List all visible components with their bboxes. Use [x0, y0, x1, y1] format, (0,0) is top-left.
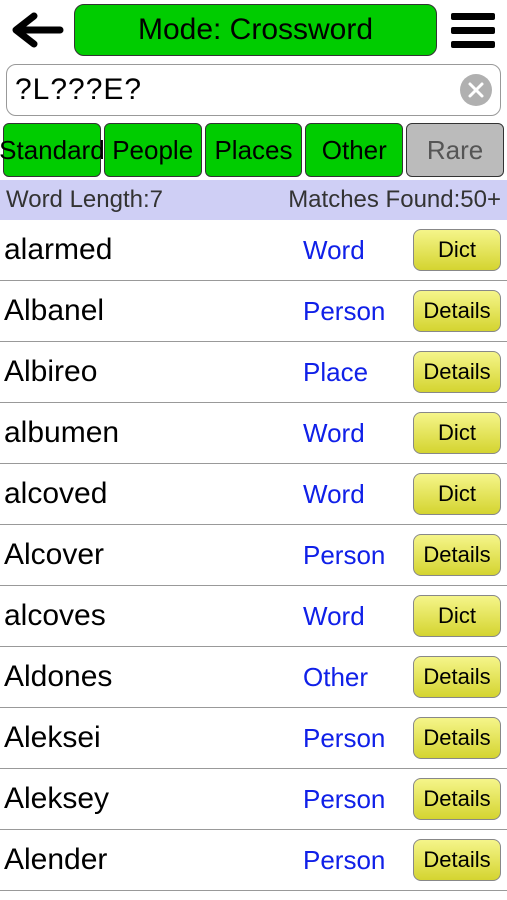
- result-row: AlekseyPersonDetails: [0, 769, 507, 830]
- dict-button[interactable]: Dict: [413, 229, 501, 271]
- result-word: alcoved: [4, 477, 303, 511]
- result-row: AldonesOtherDetails: [0, 647, 507, 708]
- result-type: Word: [303, 418, 413, 449]
- result-row: AlekseiPersonDetails: [0, 708, 507, 769]
- details-button[interactable]: Details: [413, 290, 501, 332]
- result-row: AlenderPersonDetails: [0, 830, 507, 891]
- clear-search-button[interactable]: [460, 74, 492, 106]
- search-container: [6, 64, 501, 116]
- result-word: Albanel: [4, 294, 303, 328]
- results-list: alarmedWordDictAlbanelPersonDetailsAlbir…: [0, 220, 507, 891]
- details-button[interactable]: Details: [413, 778, 501, 820]
- dict-button[interactable]: Dict: [413, 412, 501, 454]
- hamburger-icon: [451, 13, 495, 20]
- filter-bar: StandardPeoplePlacesOtherRare: [0, 120, 507, 180]
- result-row: AlbireoPlaceDetails: [0, 342, 507, 403]
- result-word: Alcover: [4, 538, 303, 572]
- details-button[interactable]: Details: [413, 534, 501, 576]
- result-type: Person: [303, 784, 413, 815]
- dict-button[interactable]: Dict: [413, 595, 501, 637]
- result-row: albumenWordDict: [0, 403, 507, 464]
- filter-places[interactable]: Places: [205, 123, 303, 177]
- result-word: Albireo: [4, 355, 303, 389]
- result-word: Aldones: [4, 660, 303, 694]
- result-row: AlbanelPersonDetails: [0, 281, 507, 342]
- result-type: Word: [303, 479, 413, 510]
- filter-people[interactable]: People: [104, 123, 202, 177]
- result-word: alcoves: [4, 599, 303, 633]
- details-button[interactable]: Details: [413, 351, 501, 393]
- matches-found-label: Matches Found:50+: [288, 186, 501, 214]
- back-button[interactable]: [6, 8, 66, 52]
- filter-rare[interactable]: Rare: [406, 123, 504, 177]
- dict-button[interactable]: Dict: [413, 473, 501, 515]
- search-input[interactable]: [15, 73, 460, 107]
- filter-standard[interactable]: Standard: [3, 123, 101, 177]
- result-row: AlcoverPersonDetails: [0, 525, 507, 586]
- result-type: Word: [303, 601, 413, 632]
- result-type: Person: [303, 723, 413, 754]
- result-type: Person: [303, 845, 413, 876]
- close-icon: [467, 81, 485, 99]
- details-button[interactable]: Details: [413, 839, 501, 881]
- result-row: alcovesWordDict: [0, 586, 507, 647]
- result-type: Word: [303, 235, 413, 266]
- result-row: alarmedWordDict: [0, 220, 507, 281]
- word-length-label: Word Length:7: [6, 186, 163, 214]
- filter-other[interactable]: Other: [305, 123, 403, 177]
- result-word: albumen: [4, 416, 303, 450]
- result-type: Other: [303, 662, 413, 693]
- details-button[interactable]: Details: [413, 717, 501, 759]
- result-type: Person: [303, 296, 413, 327]
- result-word: alarmed: [4, 233, 303, 267]
- mode-button[interactable]: Mode: Crossword: [74, 4, 437, 56]
- result-word: Aleksey: [4, 782, 303, 816]
- mode-label: Mode: Crossword: [138, 13, 373, 47]
- result-row: alcovedWordDict: [0, 464, 507, 525]
- menu-button[interactable]: [445, 8, 501, 52]
- result-word: Aleksei: [4, 721, 303, 755]
- status-bar: Word Length:7 Matches Found:50+: [0, 180, 507, 220]
- result-type: Person: [303, 540, 413, 571]
- result-type: Place: [303, 357, 413, 388]
- result-word: Alender: [4, 843, 303, 877]
- details-button[interactable]: Details: [413, 656, 501, 698]
- back-arrow-icon: [8, 12, 64, 48]
